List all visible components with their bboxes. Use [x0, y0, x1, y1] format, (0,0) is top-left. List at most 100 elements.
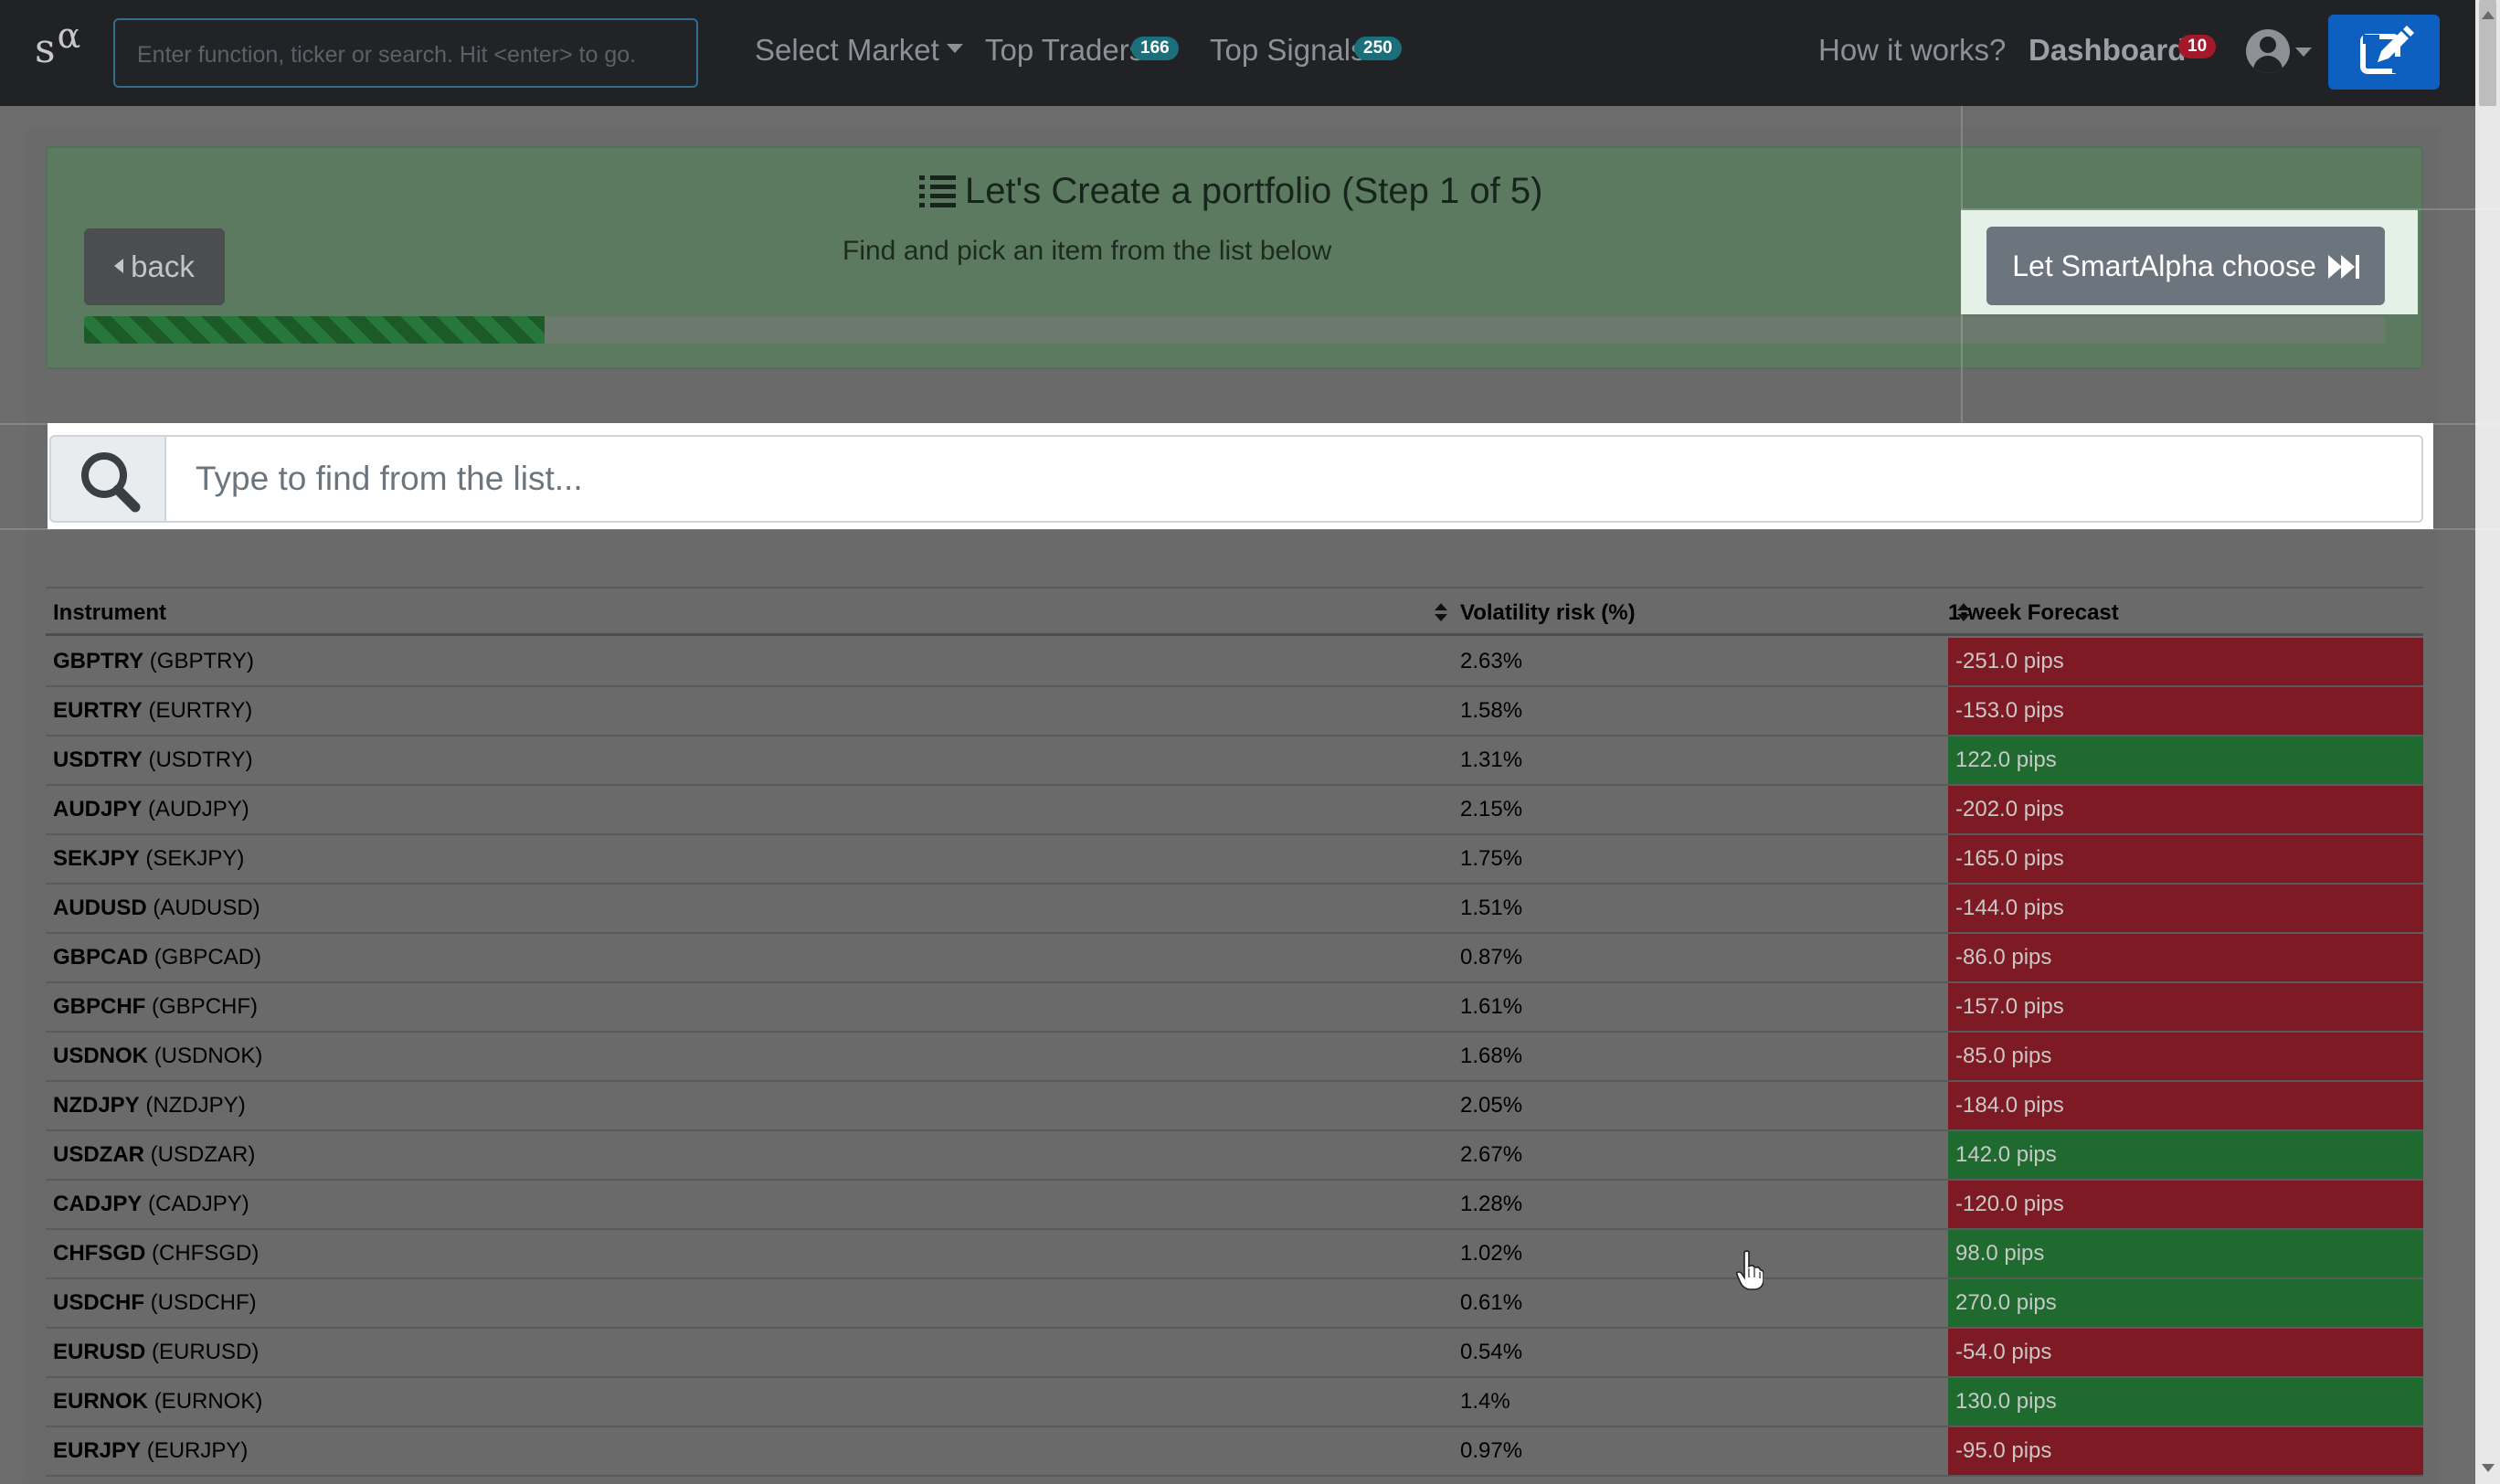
table-row[interactable]: EURTRY (EURTRY) 1.58% -153.0 pips — [46, 687, 2423, 737]
instrument-cell[interactable]: USDNOK (USDNOK) — [53, 1033, 262, 1080]
top-signals-link[interactable]: Top Signals — [1210, 33, 1366, 68]
instrument-cell[interactable]: AUDJPY (AUDJPY) — [53, 786, 249, 833]
forecast-cell: 270.0 pips — [1948, 1279, 2423, 1327]
instrument-cell[interactable]: GBPCAD (GBPCAD) — [53, 934, 261, 981]
global-search-input[interactable]: Enter function, ticker or search. Hit <e… — [113, 18, 698, 88]
volatility-cell: 1.28% — [1460, 1192, 1523, 1216]
instrument-code: (EURNOK) — [154, 1389, 263, 1414]
instrument-cell[interactable]: USDCHF (USDCHF) — [53, 1279, 257, 1327]
instrument-code: (USDZAR) — [150, 1142, 256, 1167]
instrument-code: (NZDJPY) — [145, 1093, 246, 1118]
instrument-cell[interactable]: NZDJPY (NZDJPY) — [53, 1082, 246, 1129]
instrument-cell[interactable]: EURTRY (EURTRY) — [53, 687, 252, 735]
table-row[interactable]: USDTRY (USDTRY) 1.31% 122.0 pips — [46, 737, 2423, 786]
compose-button[interactable] — [2328, 15, 2440, 90]
instrument-cell[interactable]: EURNOK (EURNOK) — [53, 1378, 262, 1426]
top-traders-link[interactable]: Top Traders — [985, 33, 1144, 68]
how-it-works-link[interactable]: How it works? — [1818, 33, 2006, 68]
instrument-code: (EURJPY) — [146, 1438, 249, 1463]
instrument-symbol: NZDJPY — [53, 1093, 140, 1118]
instrument-cell[interactable]: GBPTRY (GBPTRY) — [53, 638, 254, 685]
table-row[interactable]: EURNOK (EURNOK) 1.4% 130.0 pips — [46, 1378, 2423, 1427]
instrument-cell[interactable]: AUDUSD (AUDUSD) — [53, 885, 260, 932]
instrument-symbol: USDCHF — [53, 1290, 144, 1315]
forecast-cell: -184.0 pips — [1948, 1082, 2423, 1129]
instrument-code: (SEKJPY) — [145, 846, 245, 871]
column-header-forecast[interactable]: 1-week Forecast — [1939, 587, 2423, 636]
table-row[interactable]: SEKJPY (SEKJPY) 1.75% -165.0 pips — [46, 835, 2423, 885]
forecast-cell: 122.0 pips — [1948, 737, 2423, 784]
table-row[interactable]: EURJPY (EURJPY) 0.97% -95.0 pips — [46, 1427, 2423, 1477]
table-row[interactable]: CADJPY (CADJPY) 1.28% -120.0 pips — [46, 1181, 2423, 1230]
table-row[interactable]: USDNOK (USDNOK) 1.68% -85.0 pips — [46, 1033, 2423, 1082]
volatility-cell: 0.97% — [1460, 1438, 1523, 1463]
instrument-cell[interactable]: EURUSD (EURUSD) — [53, 1329, 259, 1376]
search-icon — [81, 452, 141, 513]
list-filter-input[interactable]: Type to find from the list... — [164, 435, 2423, 523]
scroll-down-arrow-icon[interactable] — [2482, 1464, 2495, 1472]
forecast-cell: -153.0 pips — [1948, 687, 2423, 735]
instrument-symbol: EURTRY — [53, 698, 143, 723]
instrument-symbol: USDZAR — [53, 1142, 144, 1167]
column-header-instrument[interactable]: Instrument — [46, 587, 1453, 636]
forecast-cell: -202.0 pips — [1948, 786, 2423, 833]
volatility-cell: 0.87% — [1460, 945, 1523, 970]
forecast-cell: -85.0 pips — [1948, 1033, 2423, 1080]
instrument-code: (EURUSD) — [152, 1340, 260, 1364]
instrument-cell[interactable]: SEKJPY (SEKJPY) — [53, 835, 244, 883]
instrument-code: (GBPTRY) — [149, 649, 255, 673]
volatility-cell: 0.54% — [1460, 1340, 1523, 1364]
table-row[interactable]: AUDUSD (AUDUSD) 1.51% -144.0 pips — [46, 885, 2423, 934]
volatility-cell: 1.02% — [1460, 1241, 1523, 1266]
chevron-down-icon — [946, 44, 963, 54]
forecast-cell: 142.0 pips — [1948, 1131, 2423, 1179]
chevron-down-icon[interactable] — [2295, 48, 2312, 57]
volatility-cell: 2.63% — [1460, 649, 1523, 673]
volatility-cell: 1.51% — [1460, 896, 1523, 920]
volatility-cell: 2.67% — [1460, 1142, 1523, 1167]
column-header-volatility[interactable]: Volatility risk (%) — [1453, 587, 1970, 636]
instrument-code: (GBPCAD) — [154, 945, 262, 970]
table-row[interactable]: GBPCHF (GBPCHF) 1.61% -157.0 pips — [46, 983, 2423, 1033]
smartalpha-choose-button[interactable]: Let SmartAlpha choose — [1986, 227, 2385, 305]
forecast-cell: -95.0 pips — [1948, 1427, 2423, 1475]
instrument-cell[interactable]: USDTRY (USDTRY) — [53, 737, 253, 784]
select-market-dropdown[interactable]: Select Market — [755, 33, 963, 68]
instrument-symbol: GBPCAD — [53, 945, 149, 970]
instrument-cell[interactable]: USDZAR (USDZAR) — [53, 1131, 255, 1179]
instrument-symbol: EURNOK — [53, 1389, 149, 1414]
instrument-cell[interactable]: GBPCHF (GBPCHF) — [53, 983, 258, 1031]
instrument-cell[interactable]: CHFSGD (CHFSGD) — [53, 1230, 259, 1277]
sort-icon[interactable] — [1435, 603, 1447, 623]
page-scrollbar[interactable] — [2475, 0, 2500, 1484]
instrument-code: (USDNOK) — [154, 1044, 263, 1068]
volatility-cell: 1.58% — [1460, 698, 1523, 723]
table-row[interactable]: EURUSD (EURUSD) 0.54% -54.0 pips — [46, 1329, 2423, 1378]
table-row[interactable]: USDZAR (USDZAR) 2.67% 142.0 pips — [46, 1131, 2423, 1181]
volatility-cell: 1.75% — [1460, 846, 1523, 871]
instrument-code: (AUDJPY) — [148, 797, 249, 822]
table-row[interactable]: USDCHF (USDCHF) 0.61% 270.0 pips — [46, 1279, 2423, 1329]
scroll-up-arrow-icon[interactable] — [2482, 11, 2495, 19]
dashboard-link[interactable]: Dashboard — [2029, 33, 2186, 68]
fast-forward-icon — [2327, 255, 2359, 279]
instrument-code: (USDTRY) — [148, 747, 253, 772]
search-addon — [49, 435, 166, 523]
volatility-cell: 1.68% — [1460, 1044, 1523, 1068]
back-button[interactable]: back — [84, 228, 225, 305]
forecast-cell: -120.0 pips — [1948, 1181, 2423, 1228]
table-row[interactable]: GBPTRY (GBPTRY) 2.63% -251.0 pips — [46, 638, 2423, 687]
smartalpha-logo[interactable]: sα — [35, 16, 80, 72]
instrument-cell[interactable]: EURJPY (EURJPY) — [53, 1427, 248, 1475]
user-avatar-icon[interactable] — [2246, 29, 2290, 73]
instrument-symbol: GBPCHF — [53, 994, 146, 1019]
table-row[interactable]: NZDJPY (NZDJPY) 2.05% -184.0 pips — [46, 1082, 2423, 1131]
instrument-cell[interactable]: CADJPY (CADJPY) — [53, 1181, 249, 1228]
table-row[interactable]: GBPCAD (GBPCAD) 0.87% -86.0 pips — [46, 934, 2423, 983]
instrument-symbol: CHFSGD — [53, 1241, 146, 1266]
table-row[interactable]: AUDJPY (AUDJPY) 2.15% -202.0 pips — [46, 786, 2423, 835]
progress-fill — [84, 316, 545, 344]
table-row[interactable]: CHFSGD (CHFSGD) 1.02% 98.0 pips — [46, 1230, 2423, 1279]
instrument-symbol: GBPTRY — [53, 649, 144, 673]
caret-left-icon — [114, 259, 124, 274]
